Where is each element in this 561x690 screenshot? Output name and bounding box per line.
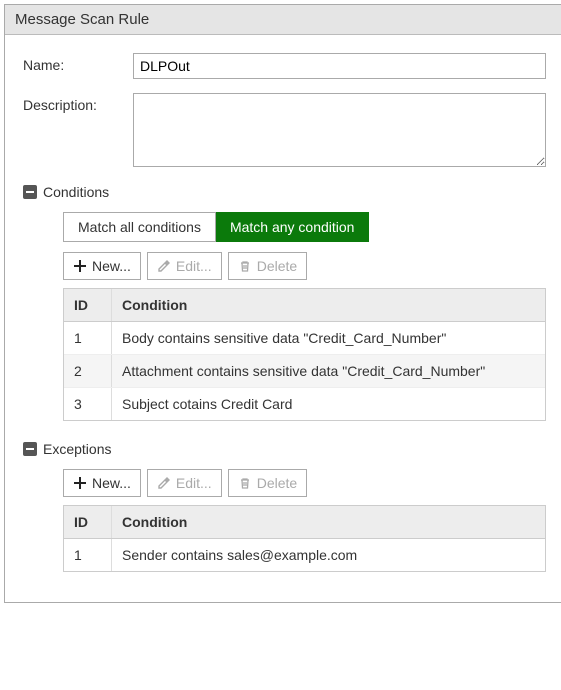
row-condition: Attachment contains sensitive data "Cred… — [112, 355, 545, 387]
exceptions-grid-header: ID Condition — [64, 506, 545, 539]
col-condition-header: Condition — [112, 506, 545, 538]
trash-icon — [238, 259, 252, 273]
row-id: 1 — [64, 539, 112, 571]
delete-label: Delete — [257, 258, 297, 274]
edit-exception-button[interactable]: Edit... — [147, 469, 222, 497]
edit-label: Edit... — [176, 258, 212, 274]
edit-icon — [157, 259, 171, 273]
conditions-title: Conditions — [43, 184, 109, 200]
exceptions-section: Exceptions New... Edit... Delete — [23, 441, 546, 572]
edit-condition-button[interactable]: Edit... — [147, 252, 222, 280]
conditions-grid: ID Condition 1Body contains sensitive da… — [63, 288, 546, 421]
delete-condition-button[interactable]: Delete — [228, 252, 307, 280]
row-condition: Body contains sensitive data "Credit_Car… — [112, 322, 545, 354]
col-id-header: ID — [64, 289, 112, 321]
exceptions-toolbar: New... Edit... Delete — [63, 469, 546, 497]
row-condition: Sender contains sales@example.com — [112, 539, 545, 571]
table-row[interactable]: 3Subject cotains Credit Card — [64, 388, 545, 420]
plus-icon — [73, 476, 87, 490]
match-mode-toggle: Match all conditions Match any condition — [63, 212, 546, 242]
row-id: 1 — [64, 322, 112, 354]
new-exception-button[interactable]: New... — [63, 469, 141, 497]
exceptions-grid: ID Condition 1Sender contains sales@exam… — [63, 505, 546, 572]
description-input[interactable] — [133, 93, 546, 167]
name-row: Name: — [23, 53, 546, 79]
row-id: 3 — [64, 388, 112, 420]
trash-icon — [238, 476, 252, 490]
delete-label: Delete — [257, 475, 297, 491]
collapse-toggle-exceptions[interactable] — [23, 442, 37, 456]
conditions-toolbar: New... Edit... Delete — [63, 252, 546, 280]
row-id: 2 — [64, 355, 112, 387]
name-label: Name: — [23, 53, 133, 73]
table-row[interactable]: 1Sender contains sales@example.com — [64, 539, 545, 571]
table-row[interactable]: 2Attachment contains sensitive data "Cre… — [64, 355, 545, 388]
description-label: Description: — [23, 93, 133, 113]
conditions-section: Conditions Match all conditions Match an… — [23, 184, 546, 421]
match-any-button[interactable]: Match any condition — [216, 212, 370, 242]
panel-title: Message Scan Rule — [5, 5, 561, 35]
new-label: New... — [92, 475, 131, 491]
collapse-toggle-conditions[interactable] — [23, 185, 37, 199]
new-label: New... — [92, 258, 131, 274]
delete-exception-button[interactable]: Delete — [228, 469, 307, 497]
new-condition-button[interactable]: New... — [63, 252, 141, 280]
col-condition-header: Condition — [112, 289, 545, 321]
table-row[interactable]: 1Body contains sensitive data "Credit_Ca… — [64, 322, 545, 355]
edit-label: Edit... — [176, 475, 212, 491]
row-condition: Subject cotains Credit Card — [112, 388, 545, 420]
edit-icon — [157, 476, 171, 490]
name-input[interactable] — [133, 53, 546, 79]
match-all-button[interactable]: Match all conditions — [63, 212, 216, 242]
message-scan-rule-panel: Message Scan Rule Name: Description: Con… — [4, 4, 561, 603]
description-row: Description: — [23, 93, 546, 170]
exceptions-title: Exceptions — [43, 441, 111, 457]
col-id-header: ID — [64, 506, 112, 538]
plus-icon — [73, 259, 87, 273]
conditions-grid-header: ID Condition — [64, 289, 545, 322]
